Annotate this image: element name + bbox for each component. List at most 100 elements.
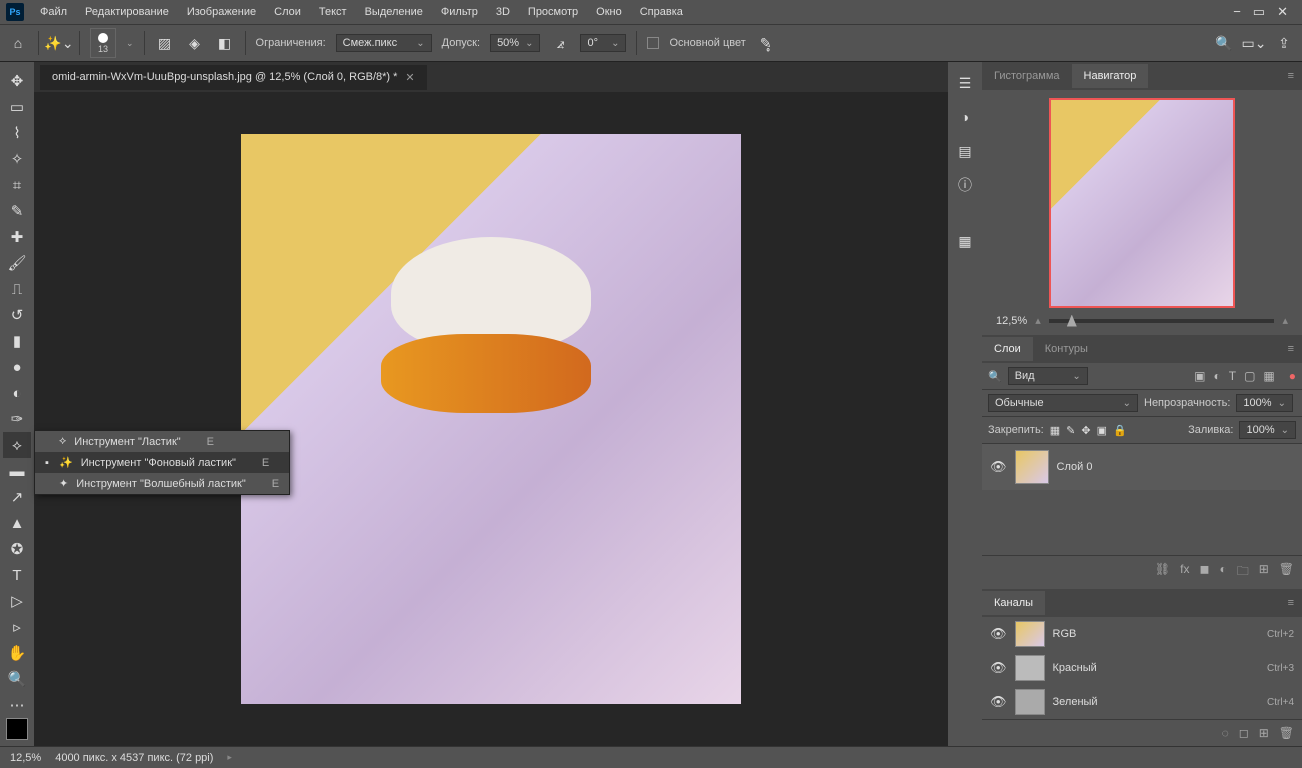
- menu-help[interactable]: Справка: [632, 3, 691, 21]
- visibility-icon[interactable]: 👁: [990, 459, 1007, 475]
- lock-transparency-icon[interactable]: ▦: [1050, 424, 1060, 437]
- window-close-icon[interactable]: ✕: [1277, 4, 1288, 20]
- lock-position-icon[interactable]: ✥: [1081, 424, 1090, 437]
- canvas[interactable]: [34, 92, 948, 746]
- gradient-tool[interactable]: ▮: [3, 328, 31, 354]
- menu-view[interactable]: Просмотр: [520, 3, 586, 21]
- blur-tool[interactable]: ●: [3, 354, 31, 380]
- path-sel-tool[interactable]: ▷: [3, 588, 31, 614]
- pressure-icon[interactable]: ✎̥: [756, 33, 776, 53]
- crop-tool[interactable]: ⌗: [3, 172, 31, 198]
- sampling-swatch-icon[interactable]: ◧: [215, 33, 235, 53]
- triangle-tool[interactable]: ▲: [3, 510, 31, 536]
- status-dimensions[interactable]: 4000 пикс. x 4537 пикс. (72 ppi): [55, 752, 213, 764]
- menu-layers[interactable]: Слои: [266, 3, 309, 21]
- status-zoom[interactable]: 12,5%: [10, 752, 41, 764]
- adjustment-layer-icon[interactable]: ◐: [1219, 562, 1226, 583]
- layer-row[interactable]: 👁 Слой 0: [982, 444, 1302, 490]
- swatches-panel-icon[interactable]: ▦: [955, 228, 975, 254]
- navigator-thumbnail[interactable]: [1049, 98, 1235, 308]
- panel-menu-icon[interactable]: ≡: [1288, 597, 1302, 609]
- info-panel-icon[interactable]: ⓘ: [955, 172, 975, 198]
- menu-window[interactable]: Окно: [588, 3, 630, 21]
- pen-tool[interactable]: ✑: [3, 406, 31, 432]
- sampling-once-icon[interactable]: ◈: [185, 33, 205, 53]
- tab-channels[interactable]: Каналы: [982, 591, 1045, 615]
- marquee-tool[interactable]: ▭: [3, 94, 31, 120]
- edit-toolbar[interactable]: ⋯: [3, 692, 31, 718]
- libraries-panel-icon[interactable]: ▤: [955, 138, 975, 164]
- window-minimize-icon[interactable]: −: [1233, 4, 1241, 20]
- visibility-icon[interactable]: 👁: [990, 694, 1007, 710]
- menu-filter[interactable]: Фильтр: [433, 3, 486, 21]
- lock-pixels-icon[interactable]: ✎: [1066, 424, 1075, 437]
- tab-paths[interactable]: Контуры: [1033, 337, 1100, 361]
- menu-select[interactable]: Выделение: [357, 3, 431, 21]
- search-icon[interactable]: 🔍: [1214, 33, 1234, 53]
- channel-row[interactable]: 👁 RGB Ctrl+2: [982, 617, 1302, 651]
- properties-panel-icon[interactable]: ☰: [955, 70, 975, 96]
- menu-3d[interactable]: 3D: [488, 3, 518, 21]
- filter-toggle-icon[interactable]: ●: [1289, 369, 1296, 383]
- direct-sel-tool[interactable]: ▹: [3, 614, 31, 640]
- channel-row[interactable]: 👁 Зеленый Ctrl+4: [982, 685, 1302, 719]
- color-swatch[interactable]: [6, 718, 28, 740]
- zoom-out-icon[interactable]: ▴: [1035, 314, 1041, 327]
- path-tool[interactable]: ↗: [3, 484, 31, 510]
- dodge-tool[interactable]: ◐: [3, 380, 31, 406]
- save-selection-icon[interactable]: ◻: [1239, 726, 1249, 740]
- eyedropper-tool[interactable]: ✎: [3, 198, 31, 224]
- menu-edit[interactable]: Редактирование: [77, 3, 177, 21]
- lock-all-icon[interactable]: 🔒: [1113, 424, 1127, 437]
- layer-group-icon[interactable]: 🗀: [1237, 562, 1249, 583]
- load-selection-icon[interactable]: ◌: [1222, 726, 1229, 740]
- channel-row[interactable]: 👁 Красный Ctrl+3: [982, 651, 1302, 685]
- lasso-tool[interactable]: ⌇: [3, 120, 31, 146]
- new-layer-icon[interactable]: ⊞: [1259, 562, 1269, 583]
- panel-menu-icon[interactable]: ≡: [1288, 70, 1302, 82]
- menu-file[interactable]: Файл: [32, 3, 75, 21]
- move-tool[interactable]: ✥: [3, 68, 31, 94]
- healing-tool[interactable]: ✚: [3, 224, 31, 250]
- layer-mask-icon[interactable]: ◼: [1199, 562, 1209, 583]
- close-tab-icon[interactable]: ✕: [405, 71, 414, 84]
- new-channel-icon[interactable]: ⊞: [1259, 726, 1269, 740]
- angle-select[interactable]: 0°: [580, 34, 626, 52]
- navigator-zoom-slider[interactable]: [1049, 319, 1275, 323]
- zoom-in-icon[interactable]: ▴: [1282, 314, 1288, 327]
- filter-adjust-icon[interactable]: ◐: [1213, 369, 1220, 383]
- tab-histogram[interactable]: Гистограмма: [982, 64, 1072, 88]
- filter-pixel-icon[interactable]: ▣: [1194, 369, 1205, 383]
- layer-opacity[interactable]: 100%: [1236, 394, 1293, 412]
- layer-thumbnail[interactable]: [1015, 450, 1049, 484]
- filter-shape-icon[interactable]: ▢: [1244, 369, 1255, 383]
- magic-wand-tool[interactable]: ✧: [3, 146, 31, 172]
- eraser-tool[interactable]: ⟡: [3, 432, 31, 458]
- window-restore-icon[interactable]: ▭: [1253, 4, 1265, 20]
- workspace-icon[interactable]: ▭⌄: [1244, 33, 1264, 53]
- tool-preset-icon[interactable]: ✨⌄: [49, 33, 69, 53]
- zoom-tool[interactable]: 🔍: [3, 666, 31, 692]
- tolerance-select[interactable]: 50%: [490, 34, 540, 52]
- rectangle-tool[interactable]: ▬: [3, 458, 31, 484]
- flyout-magic-eraser[interactable]: ✦ Инструмент "Волшебный ластик" E: [35, 473, 289, 494]
- menu-text[interactable]: Текст: [311, 3, 355, 21]
- layer-filter-select[interactable]: Вид: [1008, 367, 1088, 385]
- flyout-eraser[interactable]: ⟡ Инструмент "Ластик" E: [35, 431, 289, 452]
- brush-preview[interactable]: 13: [90, 28, 116, 58]
- blend-mode-select[interactable]: Обычные: [988, 394, 1138, 412]
- layer-fx-icon[interactable]: fx: [1180, 562, 1189, 583]
- hand-tool[interactable]: ✋: [3, 640, 31, 666]
- brush-tool[interactable]: 🖌: [3, 250, 31, 276]
- tab-layers[interactable]: Слои: [982, 337, 1033, 361]
- delete-channel-icon[interactable]: 🗑: [1279, 726, 1294, 740]
- type-tool[interactable]: T: [3, 562, 31, 588]
- link-layers-icon[interactable]: ⛓: [1155, 562, 1170, 583]
- adjustments-panel-icon[interactable]: ◑: [955, 104, 975, 130]
- menu-image[interactable]: Изображение: [179, 3, 264, 21]
- custom-shape-tool[interactable]: ✪: [3, 536, 31, 562]
- visibility-icon[interactable]: 👁: [990, 660, 1007, 676]
- history-brush-tool[interactable]: ↺: [3, 302, 31, 328]
- lock-artboard-icon[interactable]: ▣: [1097, 424, 1107, 437]
- protect-fg-checkbox[interactable]: [647, 37, 659, 49]
